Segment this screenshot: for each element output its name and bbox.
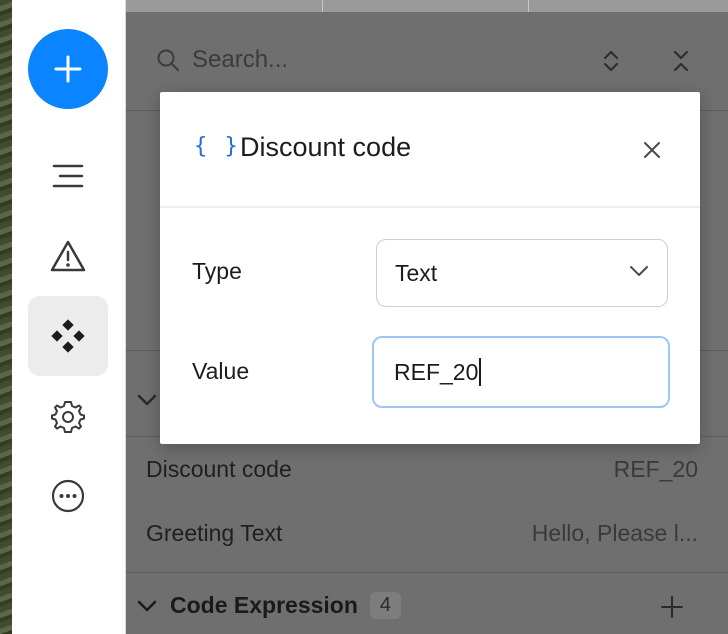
chevron-down-icon[interactable] [136, 393, 158, 407]
background-strip [0, 0, 12, 634]
count-badge: 4 [369, 592, 402, 619]
value-input[interactable]: REF_20 [372, 336, 670, 408]
tab-divider [322, 0, 323, 12]
section-title: Code Expression [170, 592, 358, 618]
sidebar [12, 0, 126, 634]
plus-icon [54, 55, 82, 83]
collapse-all-icon[interactable] [672, 48, 690, 74]
sidebar-item-warnings[interactable] [28, 216, 108, 296]
type-select-value: Text [395, 259, 438, 286]
braces-icon: { } [194, 134, 240, 159]
variable-dialog: { } Discount code Type Text Value REF_20 [160, 92, 700, 444]
text-caret [479, 358, 482, 386]
search-bar[interactable]: Search... [156, 46, 288, 74]
divider [126, 572, 728, 573]
value-label: Value [192, 358, 250, 384]
dialog-title: Discount code [240, 132, 412, 162]
type-label: Type [192, 258, 242, 284]
list-item-value: Hello, Please l... [531, 520, 698, 546]
list-item-value: REF_20 [613, 456, 698, 482]
list-item-label[interactable]: Greeting Text [146, 520, 282, 547]
sidebar-item-list[interactable] [28, 136, 108, 216]
close-button[interactable] [638, 136, 666, 164]
add-button[interactable] [28, 29, 108, 109]
dialog-header: { } Discount code [160, 92, 700, 208]
close-icon [644, 142, 660, 158]
sidebar-item-components[interactable] [28, 296, 108, 376]
section-header[interactable]: Code Expression 4 [136, 592, 402, 619]
type-select[interactable]: Text [376, 239, 668, 307]
warning-icon [50, 240, 86, 272]
list-lines-icon [52, 164, 84, 188]
value-input-text: REF_20 [394, 358, 479, 385]
gear-icon [51, 401, 85, 433]
sidebar-item-settings[interactable] [28, 376, 108, 456]
sort-toggle-icon[interactable] [602, 48, 620, 74]
more-options-icon [51, 479, 85, 513]
sidebar-item-more[interactable] [28, 456, 108, 536]
add-icon[interactable] [660, 595, 684, 619]
list-item-label[interactable]: Discount code [146, 456, 292, 483]
components-icon [51, 319, 85, 353]
chevron-down-icon [630, 266, 648, 276]
search-icon [157, 49, 179, 71]
search-input[interactable]: Search... [192, 46, 288, 74]
tab-divider [528, 0, 529, 12]
chevron-down-icon [137, 600, 157, 611]
tab-strip [126, 0, 728, 12]
